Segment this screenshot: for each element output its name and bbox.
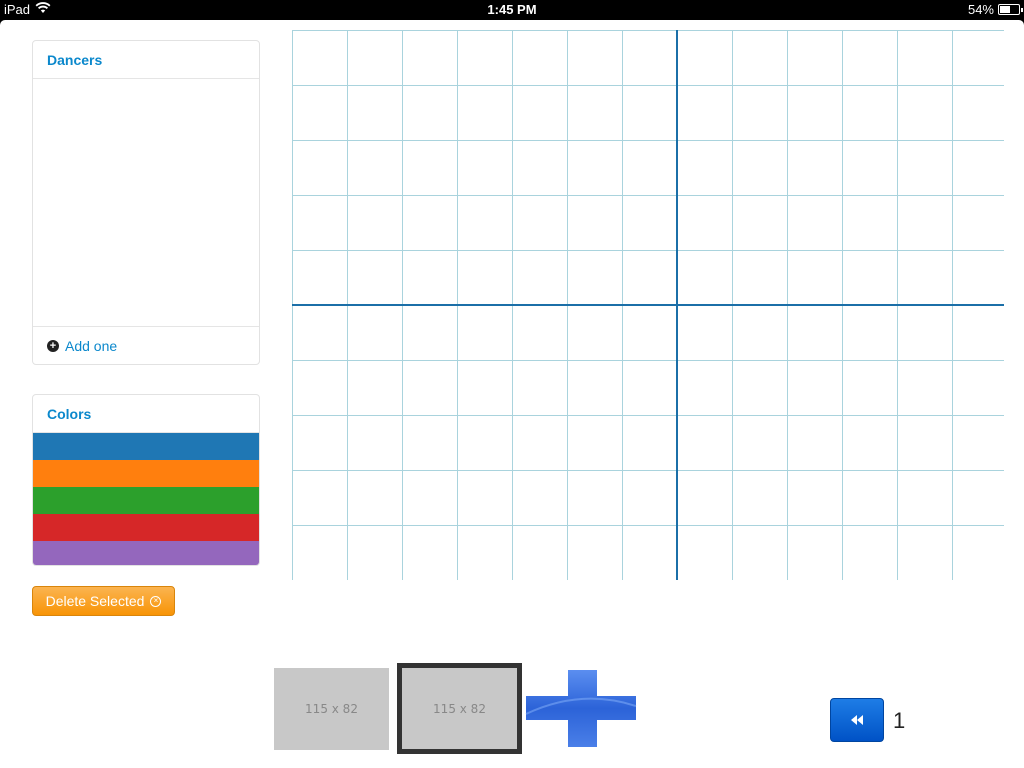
battery-percent: 54% <box>967 2 994 17</box>
page-number: 1 <box>893 708 906 733</box>
thumbnail-placeholder-label: 115 x 82 <box>305 702 358 716</box>
status-bar: iPad 1:45 PM 54% <box>0 0 1024 20</box>
dancers-panel: Dancers + Add one <box>32 40 260 365</box>
battery-icon <box>998 4 1023 15</box>
plus-icon <box>525 670 637 747</box>
grid-canvas[interactable] <box>292 30 1004 580</box>
color-swatch-orange[interactable] <box>33 460 259 487</box>
rewind-button[interactable] <box>830 698 884 742</box>
color-swatch-blue[interactable] <box>33 433 259 460</box>
color-swatch-green[interactable] <box>33 487 259 514</box>
color-swatch-red[interactable] <box>33 514 259 541</box>
status-right: 54% <box>967 2 1023 17</box>
dancers-title: Dancers <box>33 41 259 79</box>
rewind-icon <box>851 715 863 725</box>
app-window: Dancers + Add one Colors Delete Selected… <box>0 20 1024 768</box>
formation-grid[interactable] <box>292 30 1004 580</box>
add-formation-button[interactable] <box>525 668 637 748</box>
delete-selected-label: Delete Selected <box>45 593 145 609</box>
close-circle-icon: × <box>150 595 162 607</box>
formation-thumbnail[interactable]: 115 x 82 <box>274 668 389 750</box>
add-dancer-label: Add one <box>65 337 118 354</box>
status-time: 1:45 PM <box>487 2 537 17</box>
battery-fill <box>1000 6 1010 13</box>
formation-thumbnail-selected[interactable]: 115 x 82 <box>397 663 522 754</box>
colors-title: Colors <box>33 395 259 433</box>
dancers-list <box>33 79 259 327</box>
thumbnail-placeholder-label: 115 x 82 <box>433 701 486 716</box>
add-circle-icon: + <box>47 339 59 352</box>
delete-selected-button[interactable]: Delete Selected × <box>32 586 175 616</box>
add-dancer-button[interactable]: + Add one <box>33 326 259 364</box>
color-swatch-purple[interactable] <box>33 541 259 565</box>
colors-panel: Colors <box>32 394 260 566</box>
